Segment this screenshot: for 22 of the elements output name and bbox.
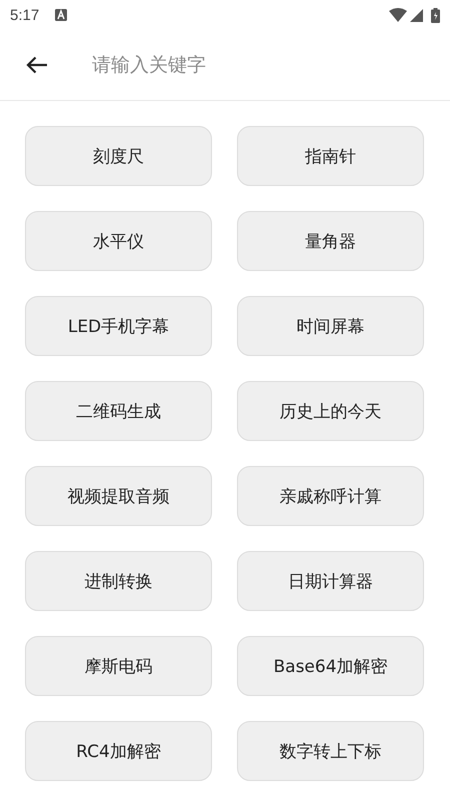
battery-icon [431, 8, 440, 22]
tool-button[interactable]: 摩斯电码 [25, 636, 212, 696]
tool-button[interactable]: Base64加解密 [237, 636, 424, 696]
tool-button[interactable]: 时间屏幕 [237, 296, 424, 356]
tool-button[interactable]: 量角器 [237, 211, 424, 271]
tool-button[interactable]: 日期计算器 [237, 551, 424, 611]
tool-button[interactable]: 指南针 [237, 126, 424, 186]
tool-button[interactable]: RC4加解密 [25, 721, 212, 781]
tool-button[interactable]: 历史上的今天 [237, 381, 424, 441]
wifi-icon [389, 8, 407, 22]
tool-button[interactable]: 二维码生成 [25, 381, 212, 441]
tool-button[interactable]: 水平仪 [25, 211, 212, 271]
tool-button[interactable]: 数字转上下标 [237, 721, 424, 781]
tool-button[interactable]: 进制转换 [25, 551, 212, 611]
notification-icon [55, 9, 68, 21]
tool-button[interactable]: 视频提取音频 [25, 466, 212, 526]
signal-icon [410, 8, 423, 22]
search-field[interactable]: 请输入关键字 [90, 53, 450, 77]
tool-button[interactable]: LED手机字幕 [25, 296, 212, 356]
clock-time: 5:17 [10, 6, 40, 24]
tool-button[interactable]: 刻度尺 [25, 126, 212, 186]
tool-button[interactable]: 亲戚称呼计算 [237, 466, 424, 526]
